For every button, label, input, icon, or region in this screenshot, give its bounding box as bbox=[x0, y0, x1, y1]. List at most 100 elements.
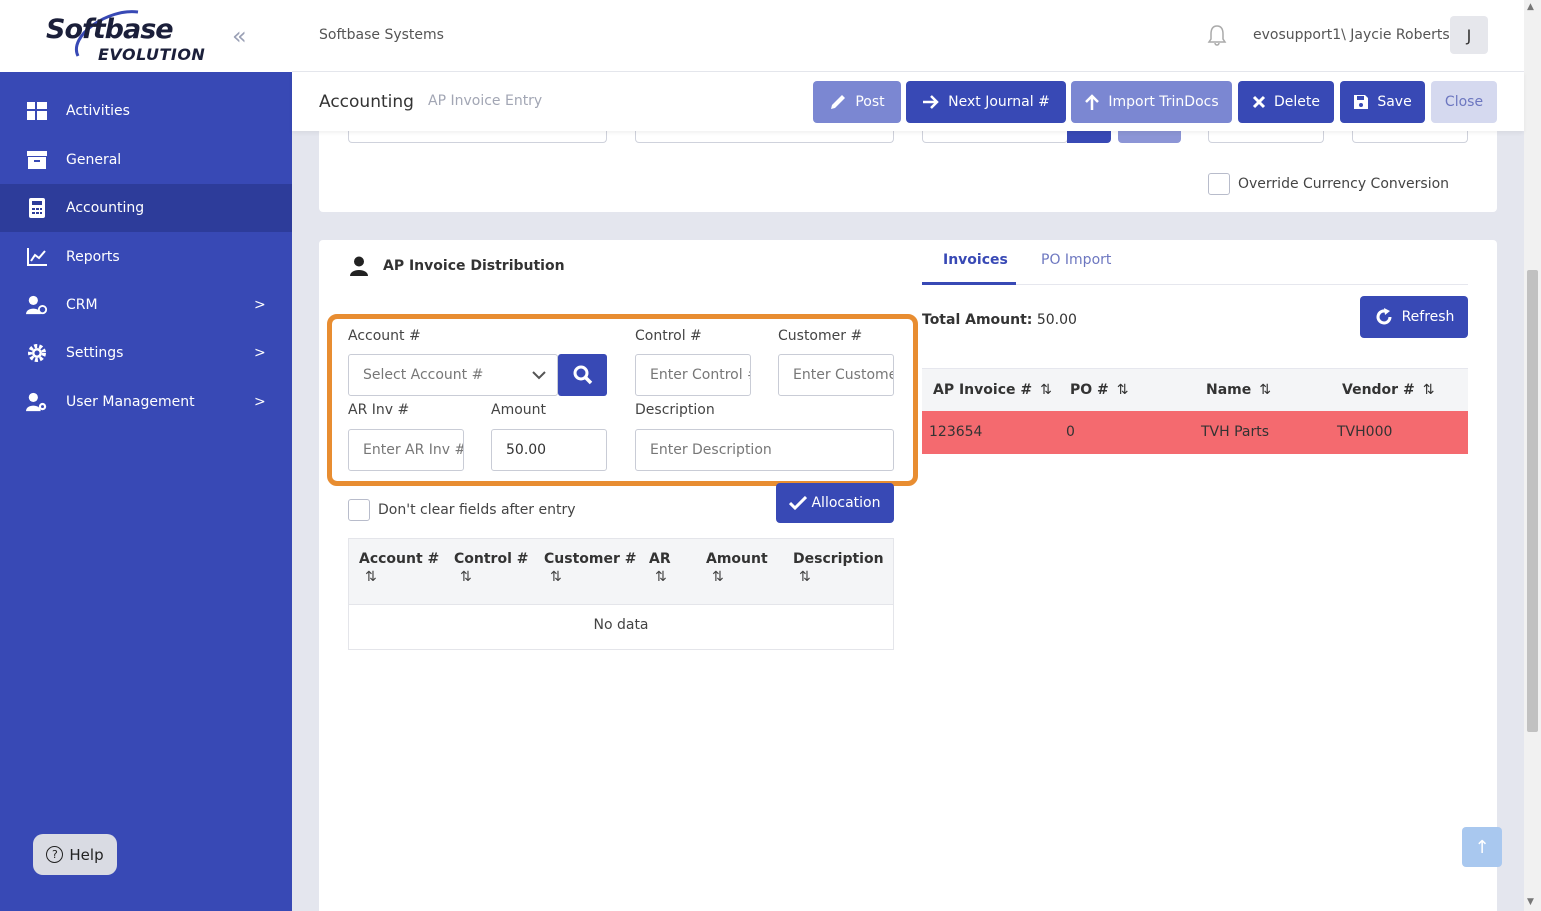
partial-search-button[interactable] bbox=[1067, 131, 1111, 143]
page-subtitle: AP Invoice Entry bbox=[428, 93, 543, 109]
vendor-cell: TVH000 bbox=[1337, 424, 1393, 440]
user-name[interactable]: evosupport1\ Jaycie Roberts bbox=[1253, 27, 1450, 43]
sort-icon[interactable]: ⇅ bbox=[1117, 382, 1129, 398]
calculator-icon bbox=[26, 197, 48, 219]
tab-po-import[interactable]: PO Import bbox=[1041, 252, 1111, 268]
description-label: Description bbox=[635, 402, 715, 418]
sidebar-item-activities[interactable]: Activities bbox=[0, 87, 292, 135]
column-header[interactable]: Name ⇅ bbox=[1206, 382, 1271, 398]
sort-icon[interactable]: ⇅ bbox=[712, 569, 768, 585]
chevron-right-icon: > bbox=[254, 394, 266, 410]
account-search-button[interactable] bbox=[558, 354, 607, 396]
arinv-label: AR Inv # bbox=[348, 402, 410, 418]
bell-icon[interactable] bbox=[1207, 24, 1227, 50]
scroll-thumb[interactable] bbox=[1527, 270, 1538, 732]
column-header[interactable]: Amount ⇅ bbox=[706, 551, 768, 585]
scroll-to-top-button[interactable]: ↑ bbox=[1462, 827, 1502, 867]
sort-icon[interactable]: ⇅ bbox=[1423, 382, 1435, 398]
amount-value: 50.00 bbox=[506, 442, 547, 458]
sidebar-item-crm[interactable]: CRM > bbox=[0, 281, 292, 329]
close-button[interactable]: Close bbox=[1431, 81, 1497, 123]
sort-icon[interactable]: ⇅ bbox=[460, 569, 528, 585]
partial-input[interactable] bbox=[922, 131, 1068, 143]
archive-icon bbox=[26, 149, 48, 171]
collapse-sidebar-icon[interactable]: « bbox=[232, 22, 247, 50]
name-cell: TVH Parts bbox=[1201, 424, 1270, 440]
amount-input[interactable]: 50.00 bbox=[491, 429, 607, 471]
chart-icon bbox=[26, 246, 48, 268]
column-header[interactable]: Customer # ⇅ bbox=[544, 551, 636, 585]
scroll-down-arrow-icon[interactable]: ▼ bbox=[1527, 897, 1534, 907]
table-row[interactable]: 123654 0 TVH Parts TVH000 bbox=[922, 411, 1468, 454]
sort-icon[interactable]: ⇅ bbox=[799, 569, 884, 585]
description-input[interactable]: Enter Description bbox=[635, 429, 894, 471]
refresh-button[interactable]: Refresh bbox=[1360, 296, 1468, 338]
override-currency-label: Override Currency Conversion bbox=[1238, 176, 1450, 192]
logo-subtext: EVOLUTION bbox=[98, 45, 206, 64]
sidebar-item-label: Settings bbox=[66, 345, 124, 361]
grid-icon bbox=[26, 100, 48, 122]
partial-button[interactable] bbox=[1118, 131, 1181, 143]
column-header[interactable]: Description ⇅ bbox=[793, 551, 884, 585]
total-amount-label: Total Amount: bbox=[922, 312, 1033, 328]
dont-clear-checkbox[interactable] bbox=[348, 499, 370, 521]
arinv-input[interactable]: Enter AR Inv # bbox=[348, 429, 464, 471]
scroll-up-arrow-icon[interactable]: ▲ bbox=[1527, 2, 1534, 12]
sort-icon[interactable]: ⇅ bbox=[655, 569, 671, 585]
customer-input[interactable]: Enter Customer # bbox=[778, 354, 894, 396]
ap-invoice-cell: 123654 bbox=[929, 424, 983, 440]
sidebar-item-label: Activities bbox=[66, 103, 130, 119]
invoice-header-card: Override Currency Conversion bbox=[319, 131, 1497, 212]
sidebar-item-general[interactable]: General bbox=[0, 136, 292, 184]
column-header[interactable]: Control # ⇅ bbox=[454, 551, 528, 585]
sidebar-item-user-management[interactable]: User Management > bbox=[0, 378, 292, 426]
control-input[interactable]: Enter Control # bbox=[635, 354, 751, 396]
arrow-up-icon: ↑ bbox=[1474, 836, 1490, 858]
sort-icon[interactable]: ⇅ bbox=[365, 569, 439, 585]
help-label: Help bbox=[69, 845, 104, 864]
column-header[interactable]: AP Invoice # ⇅ bbox=[933, 382, 1052, 398]
sort-icon[interactable]: ⇅ bbox=[550, 569, 636, 585]
delete-button[interactable]: Delete bbox=[1238, 81, 1334, 123]
chevron-down-icon bbox=[532, 371, 546, 380]
partial-input[interactable] bbox=[1352, 131, 1468, 143]
company-name: Softbase Systems bbox=[319, 27, 444, 43]
sidebar-item-accounting[interactable]: Accounting bbox=[0, 184, 292, 232]
column-header[interactable]: PO # ⇅ bbox=[1070, 382, 1129, 398]
partial-input[interactable] bbox=[1208, 131, 1324, 143]
question-icon: ? bbox=[46, 846, 64, 863]
description-placeholder: Enter Description bbox=[650, 442, 772, 458]
sidebar-item-settings[interactable]: Settings > bbox=[0, 329, 292, 377]
avatar[interactable]: J bbox=[1450, 16, 1488, 54]
save-button[interactable]: Save bbox=[1340, 81, 1425, 123]
sidebar-item-label: Reports bbox=[66, 249, 120, 265]
column-header[interactable]: AR ⇅ bbox=[649, 551, 671, 585]
control-placeholder: Enter Control # bbox=[650, 367, 751, 383]
sort-icon[interactable]: ⇅ bbox=[1259, 382, 1271, 398]
logo-text: Softbase bbox=[46, 14, 174, 45]
tab-invoices[interactable]: Invoices bbox=[943, 252, 1008, 268]
sort-icon[interactable]: ⇅ bbox=[1040, 382, 1052, 398]
post-button[interactable]: Post bbox=[813, 81, 901, 123]
logo[interactable]: Softbase EVOLUTION « bbox=[0, 0, 292, 72]
column-header[interactable]: Account # ⇅ bbox=[359, 551, 439, 585]
page-scrollbar[interactable]: ▲ ▼ bbox=[1524, 0, 1541, 911]
override-currency-checkbox[interactable] bbox=[1208, 173, 1230, 195]
help-button[interactable]: ? Help bbox=[33, 834, 117, 875]
empty-message: No data bbox=[593, 617, 649, 633]
next-journal-button[interactable]: Next Journal # bbox=[906, 81, 1066, 123]
close-label: Close bbox=[1444, 94, 1484, 110]
account-select[interactable]: Select Account # bbox=[348, 354, 558, 396]
allocation-button[interactable]: Allocation bbox=[776, 483, 894, 523]
sidebar-item-label: User Management bbox=[66, 394, 195, 410]
partial-input[interactable] bbox=[348, 131, 607, 143]
partial-input[interactable] bbox=[635, 131, 894, 143]
sidebar-item-label: General bbox=[66, 152, 122, 168]
import-trindocs-button[interactable]: Import TrinDocs bbox=[1071, 81, 1232, 123]
column-header-label: Vendor # bbox=[1342, 382, 1415, 398]
column-header[interactable]: Vendor # ⇅ bbox=[1342, 382, 1434, 398]
sidebar-item-reports[interactable]: Reports bbox=[0, 233, 292, 281]
table-header: Account # ⇅ Control # ⇅ Customer # ⇅ AR ⇅ Am… bbox=[349, 539, 893, 605]
distribution-table: Account # ⇅ Control # ⇅ Customer # ⇅ AR ⇅ Am… bbox=[348, 538, 894, 650]
check-icon bbox=[789, 496, 808, 510]
